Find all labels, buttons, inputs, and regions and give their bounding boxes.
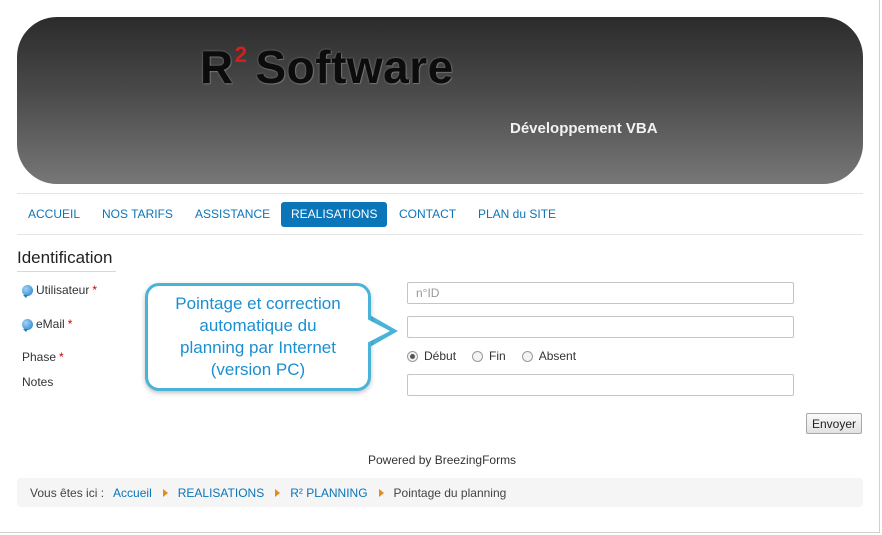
info-icon[interactable] [22,318,33,332]
logo-superscript: 2 [234,42,248,67]
required-mark: * [59,350,64,364]
site-tagline: Développement VBA [510,120,658,137]
callout-line: Pointage et correction [175,294,341,313]
notes-label: Notes [22,375,53,389]
phase-radio-group: Début Fin Absent [407,349,592,363]
user-id-input[interactable] [407,282,794,304]
breadcrumb-arrow-icon [275,488,281,497]
submit-button[interactable]: Envoyer [806,413,862,434]
user-label: Utilisateur * [22,283,98,298]
callout-text: Pointage et correction automatique du pl… [175,293,340,381]
callout-line: planning par Internet [180,338,336,357]
notes-input[interactable] [407,374,794,396]
site-logo[interactable]: R2 Software [200,40,454,94]
notes-label-text: Notes [22,375,54,389]
email-label: eMail * [22,317,73,332]
form-title: Identification [17,248,117,272]
phase-radio-debut[interactable] [407,350,418,362]
callout-line: automatique du [199,316,317,335]
required-mark: * [67,317,73,331]
breadcrumb-link-r2-planning[interactable]: R² PLANNING [290,486,367,500]
phase-radio-absent[interactable] [521,350,533,362]
nav-item-assistance[interactable]: ASSISTANCE [185,202,280,227]
phase-option-label[interactable]: Début [424,349,456,363]
phase-option-label[interactable]: Fin [489,349,506,363]
nav-item-realisations[interactable]: REALISATIONS [281,202,388,227]
callout-line: (version PC) [210,360,306,379]
info-icon[interactable] [22,284,33,298]
promo-callout: Pointage et correction automatique du pl… [145,283,371,391]
user-label-text: Utilisateur [36,283,90,297]
required-mark: * [92,283,98,297]
nav-item-contact[interactable]: CONTACT [389,202,466,227]
logo-rest: Software [255,41,454,93]
email-label-text: eMail [36,317,65,331]
nav-item-nos-tarifs[interactable]: NOS TARIFS [92,202,183,227]
breadcrumb-link-accueil[interactable]: Accueil [113,486,152,500]
callout-tail-inner [367,319,390,343]
logo-main: R [200,41,234,93]
email-input[interactable] [407,316,794,338]
nav-item-accueil[interactable]: ACCUEIL [18,202,90,227]
breadcrumb: Vous êtes ici : Accueil REALISATIONS R² … [17,478,863,507]
header-banner: R2 Software Développement VBA [17,17,863,184]
breadcrumb-arrow-icon [162,488,168,497]
phase-label-text: Phase [22,350,57,364]
phase-label: Phase * [22,350,64,364]
breadcrumb-current: Pointage du planning [393,485,507,500]
breadcrumb-prefix: Vous êtes ici : [30,485,105,500]
phase-radio-fin[interactable] [472,350,484,362]
nav-item-plan-du-site[interactable]: PLAN du SITE [468,202,566,227]
powered-by: Powered by BreezingForms [368,453,517,467]
breadcrumb-arrow-icon [378,488,384,497]
breadcrumb-link-realisations[interactable]: REALISATIONS [178,486,264,500]
phase-option-label[interactable]: Absent [539,349,576,363]
main-nav: ACCUEIL NOS TARIFS ASSISTANCE REALISATIO… [17,193,863,235]
